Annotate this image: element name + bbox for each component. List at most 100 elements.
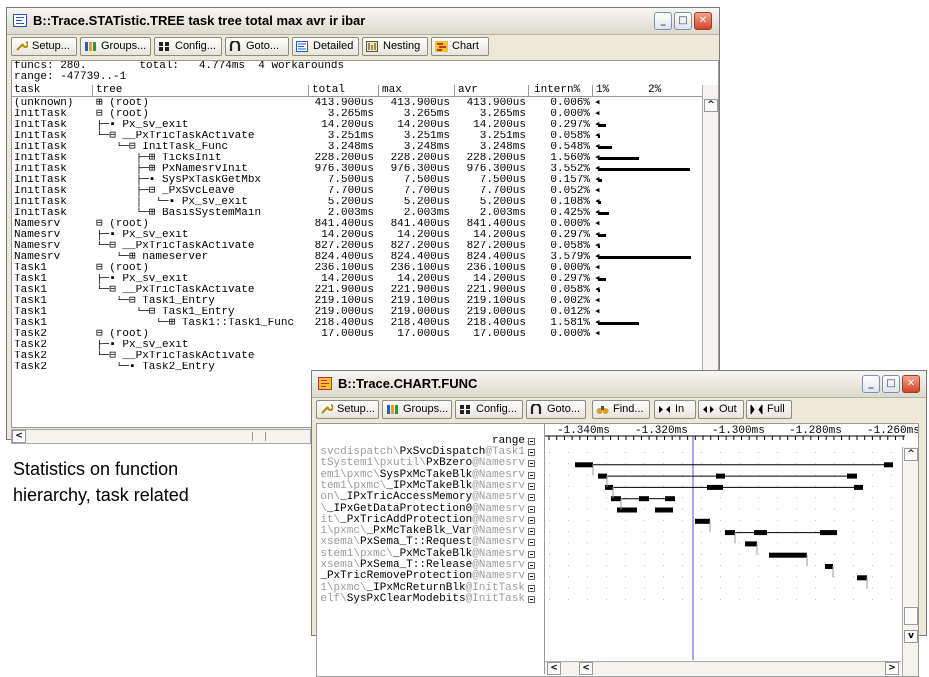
expand-box-icon[interactable]: [528, 562, 535, 569]
table-row[interactable]: Task1 └─⊟ Task1_Entry 219.000us 219.000us 2…: [12, 307, 712, 318]
table-row[interactable]: InitTask ⊟ (root) 3.265ms 3.265ms 3.265ms 0.0…: [12, 109, 712, 120]
function-row-label[interactable]: elf\SysPxClearModebits@InitTask: [320, 593, 525, 605]
expand-box-icon[interactable]: [528, 528, 535, 536]
chart-scroll-down-button[interactable]: v: [904, 630, 918, 643]
expand-box-icon[interactable]: [528, 550, 535, 558]
column-header-tree[interactable]: tree: [96, 85, 122, 96]
table-row[interactable]: InitTask └─⊟ __PxTricTaskActivate 3.251ms 3…: [12, 131, 712, 142]
close-button[interactable]: ✕: [694, 12, 712, 30]
chart-vertical-scrollbar[interactable]: ^ v: [902, 447, 918, 676]
table-row[interactable]: InitTask ├─⊟ _PxSvcLeave 7.700us 7.700us 7.…: [12, 186, 712, 197]
table-row[interactable]: Task1 └─⊟ __PxTricTaskActivate 221.900us 22…: [12, 285, 712, 296]
column-divider[interactable]: [92, 85, 93, 97]
chart-scroll-up-button[interactable]: ^: [904, 448, 918, 461]
expand-box-icon[interactable]: [528, 505, 535, 513]
table-row[interactable]: InitTask ├─⊞ TicksInit 228.200us 228.200us…: [12, 153, 712, 164]
chart-goto-button[interactable]: Goto...: [526, 400, 586, 419]
scroll-left-button[interactable]: <: [12, 430, 26, 443]
expand-box-icon[interactable]: [528, 584, 535, 592]
table-row[interactable]: Task1 └─⊞ Task1::Task1_Func 218.400us 218.…: [12, 318, 712, 329]
expand-box-icon[interactable]: [528, 595, 535, 603]
table-row[interactable]: Namesrv ├─▪ Px_sv_exit 14.200us 14.200us 14.…: [12, 230, 712, 241]
tree-cell: └─⊟ Task1_Entry: [96, 307, 235, 318]
column-divider[interactable]: [592, 85, 593, 97]
expand-box-icon[interactable]: [528, 482, 535, 490]
expand-box-icon[interactable]: [528, 516, 535, 524]
config-button[interactable]: Config...: [154, 37, 222, 56]
table-row[interactable]: Task2 ├─▪ Px_sv_exit: [12, 340, 712, 351]
chart-titlebar[interactable]: B::Trace.CHART.FUNC _ □ ✕: [312, 371, 926, 398]
statistics-titlebar[interactable]: B::Trace.STATistic.TREE task tree total …: [7, 8, 719, 35]
expand-box-icon[interactable]: [528, 494, 535, 502]
chart-scroll-thumb[interactable]: [904, 607, 918, 625]
chart-scroll-right-button[interactable]: >: [885, 662, 899, 675]
scroll-up-button[interactable]: ^: [704, 99, 718, 112]
column-divider[interactable]: [454, 85, 455, 97]
column-divider[interactable]: [528, 85, 529, 97]
task-cell: Namesrv: [14, 230, 61, 241]
chart-setup-button[interactable]: Setup...: [316, 400, 379, 419]
zoom-in-button[interactable]: In: [654, 400, 696, 419]
setup-button[interactable]: Setup...: [11, 37, 77, 56]
groups-button[interactable]: Groups...: [80, 37, 151, 56]
table-row[interactable]: Task1 ⊟ (root) 236.100us 236.100us 236.100us…: [12, 263, 712, 274]
zoom-out-button[interactable]: Out: [698, 400, 744, 419]
goto-button[interactable]: Goto...: [225, 37, 289, 56]
column-header-2pct[interactable]: 2%: [648, 85, 661, 96]
chart-groups-button[interactable]: Groups...: [382, 400, 452, 419]
table-row[interactable]: Task2 ⊟ (root) 17.000us 17.000us 17.000us 0.0…: [12, 329, 712, 340]
column-header-total[interactable]: total: [312, 85, 345, 96]
expand-box-icon[interactable]: [528, 460, 535, 468]
expand-box-icon[interactable]: [528, 449, 535, 456]
chart-horizontal-scrollbar[interactable]: < < >: [545, 661, 901, 675]
table-row[interactable]: InitTask ├─▪ SysPxTaskGetMbx 7.500us 7.500…: [12, 175, 712, 186]
function-name-pre: xsema\: [320, 559, 360, 571]
chart-scroll-left-button[interactable]: <: [547, 662, 561, 675]
table-row[interactable]: Namesrv └─⊞ nameserver 824.400us 824.400us…: [12, 252, 712, 263]
expand-box-icon[interactable]: [528, 539, 535, 547]
maximize-button[interactable]: □: [674, 12, 692, 30]
table-row[interactable]: InitTask ├─▪ Px_sv_exit 14.200us 14.200us 14…: [12, 120, 712, 131]
minimize-button[interactable]: _: [654, 12, 672, 30]
expand-box-icon[interactable]: [528, 573, 535, 581]
intern-cell: 0.425%: [550, 208, 590, 219]
expand-box-icon[interactable]: [528, 471, 535, 479]
trace-chart[interactable]: -1.340ms -1.320ms -1.300ms -1.280ms -1.260ms: [545, 424, 919, 674]
chart-button[interactable]: Chart: [431, 37, 489, 56]
range-expand-icon[interactable]: [528, 438, 535, 445]
table-row[interactable]: Namesrv ⊟ (root) 841.400us 841.400us 841.400…: [12, 219, 712, 230]
grid-dot: [739, 497, 740, 499]
grid-dot: [872, 587, 873, 589]
table-row[interactable]: Namesrv └─⊟ __PxTricTaskActivate 827.200us…: [12, 241, 712, 252]
find-button[interactable]: Find...: [592, 400, 650, 419]
nesting-button[interactable]: Nesting: [362, 37, 428, 56]
detailed-button[interactable]: Detailed: [292, 37, 359, 56]
function-name-name: PxBzero: [425, 457, 473, 470]
column-header-1pct[interactable]: 1%: [596, 85, 609, 96]
chart-minimize-button[interactable]: _: [862, 375, 880, 393]
horizontal-scrollbar[interactable]: <: [11, 429, 311, 444]
chart-maximize-button[interactable]: □: [882, 375, 900, 393]
table-row[interactable]: InitTask │ └─▪ Px_sv_exit 5.200us 5.200us 5…: [12, 197, 712, 208]
grid-dot: [606, 452, 607, 453]
table-row[interactable]: InitTask ├─⊞ PxNamesrvInit 976.300us 976.3…: [12, 164, 712, 175]
chart-scroll-left2-button[interactable]: <: [579, 662, 593, 675]
column-divider[interactable]: [308, 85, 309, 97]
scroll-thumb[interactable]: [252, 432, 266, 441]
column-header-avr[interactable]: avr: [458, 85, 478, 96]
column-header-intern[interactable]: intern%: [534, 85, 580, 96]
chart-config-button[interactable]: Config...: [455, 400, 523, 419]
grid-dot: [644, 553, 645, 555]
column-header-task[interactable]: task: [14, 85, 40, 96]
table-row[interactable]: Task1 └─⊟ Task1_Entry 219.100us 219.100us 2…: [12, 296, 712, 307]
column-header-max[interactable]: max: [382, 85, 402, 96]
table-row[interactable]: InitTask └─⊟ InitTask_Func 3.248ms 3.248ms…: [12, 142, 712, 153]
trace-bar: [605, 484, 613, 490]
table-row[interactable]: InitTask └─⊞ BasisSystemMain 2.003ms 2.003…: [12, 208, 712, 219]
chart-close-button[interactable]: ✕: [902, 375, 920, 393]
table-row[interactable]: Task2 └─⊟ __PxTricTaskActivate: [12, 351, 712, 362]
table-row[interactable]: Task1 ├─▪ Px_sv_exit 14.200us 14.200us 14.20…: [12, 274, 712, 285]
zoom-full-button[interactable]: Full: [746, 400, 792, 419]
column-divider[interactable]: [378, 85, 379, 97]
table-row[interactable]: (unknown) ⊞ (root) 413.900us 413.900us 413.9…: [12, 98, 712, 109]
